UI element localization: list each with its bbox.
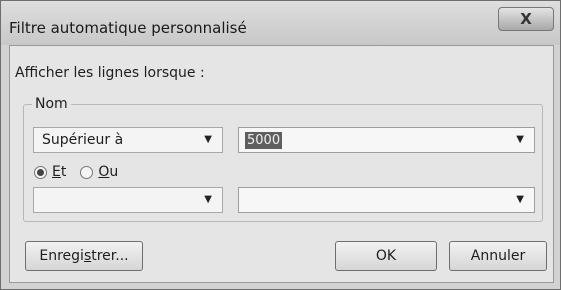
dialog-body: Afficher les lignes lorsque : Nom Supéri… xyxy=(9,45,554,283)
close-button[interactable]: X xyxy=(498,7,554,31)
prompt-label: Afficher les lignes lorsque : xyxy=(15,65,205,81)
cancel-button[interactable]: Annuler xyxy=(449,241,547,271)
ok-button[interactable]: OK xyxy=(335,241,437,271)
or-radio-label[interactable]: Ou xyxy=(98,164,118,180)
title-bar[interactable]: Filtre automatique personnalisé X xyxy=(1,1,560,45)
save-button[interactable]: Enregi s trer... xyxy=(25,241,143,271)
group-legend: Nom xyxy=(32,96,71,112)
value-combo-2[interactable]: ▼ xyxy=(238,187,535,213)
and-radio-label[interactable]: Et xyxy=(52,164,66,180)
chevron-down-icon: ▼ xyxy=(204,134,212,145)
chevron-down-icon: ▼ xyxy=(516,194,524,205)
chevron-down-icon: ▼ xyxy=(516,134,524,145)
window-title: Filtre automatique personnalisé xyxy=(9,19,247,37)
operator-select-1[interactable]: Supérieur à ▼ xyxy=(33,127,223,153)
operator-select-1-value: Supérieur à xyxy=(42,132,124,148)
or-radio[interactable] xyxy=(80,165,94,179)
custom-autofilter-dialog: Filtre automatique personnalisé X Affich… xyxy=(0,0,561,290)
value-combo-1[interactable]: 5000 ▼ xyxy=(238,127,535,153)
chevron-down-icon: ▼ xyxy=(204,194,212,205)
operator-select-2[interactable]: ▼ xyxy=(33,187,223,213)
criteria-group: Nom Supérieur à ▼ 5000 ▼ Et Ou ▼ ▼ xyxy=(23,96,543,222)
value-combo-1-text: 5000 xyxy=(245,132,283,149)
close-icon: X xyxy=(520,9,532,28)
and-radio[interactable] xyxy=(34,165,47,179)
logic-radio-group: Et Ou xyxy=(34,164,132,180)
